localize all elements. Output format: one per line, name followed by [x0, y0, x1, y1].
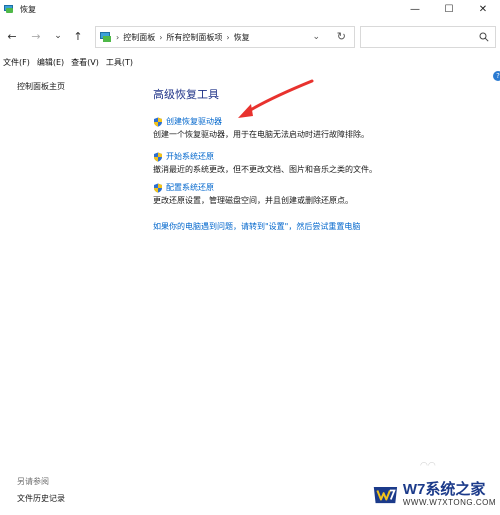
task-open-system-restore: 开始系统还原 撤消最近的系统更改，但不更改文档、图片和音乐之类的文件。 [153, 151, 377, 175]
see-also-label: 另请参阅 [17, 477, 49, 486]
navigation-bar: ← → ⌄ ↑ › 控制面板 › 所有控制面板项 › 恢复 ⌄ ↻ [0, 22, 500, 50]
search-input[interactable] [360, 26, 496, 48]
menu-view[interactable]: 查看(V) [71, 57, 99, 68]
file-history-link[interactable]: 文件历史记录 [17, 493, 65, 504]
watermark: W7系统之家 WWW.W7XTONG.COM [372, 480, 496, 510]
help-icon[interactable]: ? [493, 71, 500, 81]
breadcrumb-control-panel[interactable]: 控制面板 [123, 32, 155, 43]
loading-icon: ◠◠ [420, 461, 436, 471]
window-title: 恢复 [20, 4, 36, 14]
refresh-icon[interactable]: ↻ [337, 30, 346, 43]
annotation-arrow-icon [238, 79, 314, 118]
uac-shield-icon [154, 152, 162, 162]
breadcrumb-all-items[interactable]: 所有控制面板项 [166, 32, 222, 43]
menu-bar: 文件(F) 编辑(E) 查看(V) 工具(T) [0, 55, 137, 69]
chevron-right-icon[interactable]: › [226, 33, 229, 42]
up-arrow-icon[interactable]: ↑ [70, 28, 86, 44]
create-recovery-drive-link[interactable]: 创建恢复驱动器 [166, 116, 222, 127]
address-bar[interactable]: › 控制面板 › 所有控制面板项 › 恢复 ⌄ ↻ [95, 26, 355, 48]
task-description: 创建一个恢复驱动器，用于在电脑无法启动时进行故障排除。 [153, 130, 369, 139]
task-configure-system-restore: 配置系统还原 更改还原设置，管理磁盘空间，并且创建或删除还原点。 [153, 182, 353, 206]
task-description: 更改还原设置，管理磁盘空间，并且创建或删除还原点。 [153, 196, 353, 205]
chevron-right-icon[interactable]: › [159, 33, 162, 42]
address-dropdown-icon[interactable]: ⌄ [312, 32, 320, 42]
chevron-right-icon: › [116, 32, 120, 42]
minimize-button[interactable]: — [398, 0, 432, 18]
window-controls: — ☐ ✕ [398, 0, 500, 18]
title-bar: 恢复 — ☐ ✕ [0, 0, 500, 18]
recent-locations-chevron-icon[interactable]: ⌄ [50, 28, 66, 44]
close-button[interactable]: ✕ [466, 0, 500, 18]
menu-file[interactable]: 文件(F) [3, 57, 30, 68]
back-arrow-icon[interactable]: ← [4, 28, 20, 44]
reset-pc-settings-link[interactable]: 如果你的电脑遇到问题，请转到"设置"，然后尝试重置电脑 [153, 221, 360, 232]
menu-tools[interactable]: 工具(T) [106, 57, 133, 68]
breadcrumb-recovery[interactable]: 恢复 [234, 32, 250, 43]
search-icon [479, 32, 489, 42]
page-title: 高级恢复工具 [153, 88, 219, 101]
uac-shield-icon [154, 183, 162, 193]
maximize-button[interactable]: ☐ [432, 0, 466, 18]
watermark-logo-icon [373, 486, 398, 504]
control-panel-icon [100, 32, 112, 42]
task-create-recovery-drive: 创建恢复驱动器 创建一个恢复驱动器，用于在电脑无法启动时进行故障排除。 [153, 116, 369, 140]
open-system-restore-link[interactable]: 开始系统还原 [166, 151, 214, 162]
forward-arrow-icon[interactable]: → [28, 28, 44, 44]
task-description: 撤消最近的系统更改，但不更改文档、图片和音乐之类的文件。 [153, 165, 377, 174]
watermark-title: W7系统之家 [402, 481, 486, 498]
configure-system-restore-link[interactable]: 配置系统还原 [166, 182, 214, 193]
control-panel-icon [4, 4, 14, 14]
menu-edit[interactable]: 编辑(E) [37, 57, 64, 68]
uac-shield-icon [154, 117, 162, 127]
control-panel-home-link[interactable]: 控制面板主页 [17, 81, 65, 92]
watermark-url: WWW.W7XTONG.COM [402, 498, 496, 507]
